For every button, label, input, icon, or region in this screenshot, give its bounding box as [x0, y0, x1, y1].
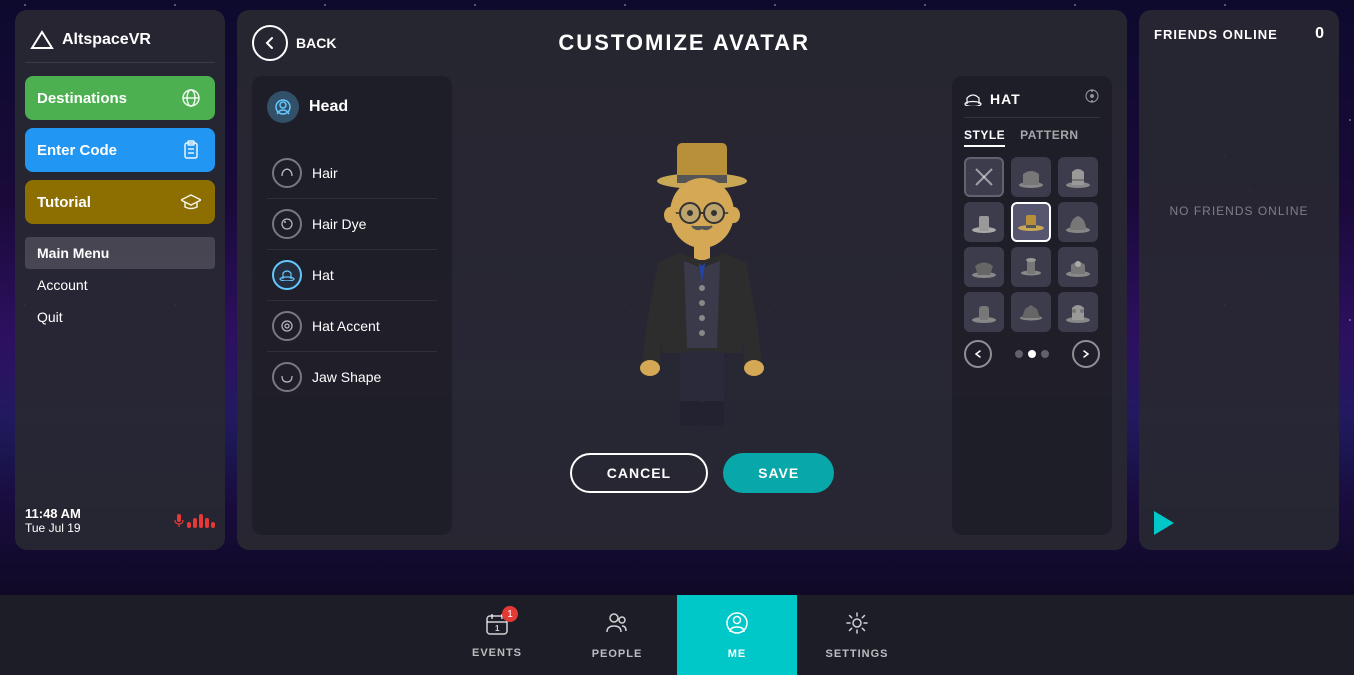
hat-item-9[interactable]: [964, 292, 1004, 332]
hat-item-10[interactable]: [1011, 292, 1051, 332]
hat-icon: [272, 260, 302, 290]
app-title-text: AltspaceVR: [62, 31, 151, 49]
head-section-icon: [267, 91, 299, 123]
hat-prev-button[interactable]: [964, 340, 992, 368]
hat-item-2[interactable]: [1058, 157, 1098, 197]
options-header: Head: [267, 91, 437, 133]
hat-item-1[interactable]: [1011, 157, 1051, 197]
friends-count: 0: [1315, 25, 1324, 43]
hat-panel-header: HAT: [964, 88, 1100, 118]
people-icon: [604, 610, 630, 643]
hat-item-5[interactable]: [1058, 202, 1098, 242]
hair-icon: [272, 158, 302, 188]
nav-people[interactable]: PEOPLE: [557, 595, 677, 675]
option-jaw-shape[interactable]: Jaw Shape: [267, 352, 437, 402]
events-icon: 1 1: [484, 611, 510, 642]
hat-dot-3: [1041, 350, 1049, 358]
hat-extras-icon[interactable]: [1084, 88, 1100, 109]
cancel-button[interactable]: CANCEL: [570, 453, 708, 493]
option-hair-dye[interactable]: Hair Dye: [267, 199, 437, 250]
nav-settings[interactable]: SETTINGS: [797, 595, 917, 675]
mic-icon: [174, 514, 215, 528]
events-label: EVENTS: [472, 647, 522, 659]
panel-footer: 11:48 AM Tue Jul 19: [25, 491, 215, 535]
bottom-nav: 1 1 EVENTS PEOPLE: [0, 595, 1354, 675]
customize-actions: CANCEL SAVE: [570, 453, 834, 493]
settings-label: SETTINGS: [825, 648, 888, 660]
hat-accent-icon: [272, 311, 302, 341]
clipboard-icon: [179, 138, 203, 162]
events-badge: 1: [502, 606, 518, 622]
hat-item-6[interactable]: [964, 247, 1004, 287]
destinations-button[interactable]: Destinations: [25, 76, 215, 120]
hat-item-8[interactable]: [1058, 247, 1098, 287]
graduation-cap-icon: [179, 190, 203, 214]
options-panel: Head Hair: [252, 76, 452, 535]
friends-header: FRIENDS ONLINE 0: [1154, 25, 1324, 43]
sidebar-item-account[interactable]: Account: [25, 269, 215, 301]
customize-body: Head Hair: [252, 76, 1112, 535]
panel-title: CUSTOMIZE AVATAR: [336, 30, 1032, 56]
sidebar-item-main-menu[interactable]: Main Menu: [25, 237, 215, 269]
hat-panel: HAT STYLE PATTER: [952, 76, 1112, 535]
nav-events[interactable]: 1 1 EVENTS: [437, 595, 557, 675]
hat-grid: [964, 157, 1100, 332]
tab-pattern[interactable]: PATTERN: [1020, 128, 1078, 147]
hat-dot-2: [1028, 350, 1036, 358]
play-button[interactable]: [1154, 511, 1174, 535]
hat-item-4-selected[interactable]: [1011, 202, 1051, 242]
sidebar-item-quit[interactable]: Quit: [25, 301, 215, 333]
app-title-bar: AltspaceVR: [25, 25, 215, 63]
option-hair[interactable]: Hair: [267, 148, 437, 199]
save-button[interactable]: SAVE: [723, 453, 834, 493]
hat-none[interactable]: [964, 157, 1004, 197]
hat-pagination: [964, 340, 1100, 368]
jaw-shape-icon: [272, 362, 302, 392]
mic-bars: [187, 514, 215, 528]
me-label: ME: [728, 648, 747, 660]
hat-panel-title: HAT: [990, 91, 1021, 107]
head-label: Head: [309, 98, 348, 116]
hat-dots: [1015, 350, 1049, 358]
hat-item-3[interactable]: [964, 202, 1004, 242]
center-panel: BACK CUSTOMIZE AVATAR: [237, 10, 1127, 550]
time-display: 11:48 AM Tue Jul 19: [25, 506, 81, 535]
friends-title: FRIENDS ONLINE: [1154, 27, 1278, 42]
option-hat-accent[interactable]: Hat Accent: [267, 301, 437, 352]
hair-dye-icon: [272, 209, 302, 239]
back-button[interactable]: BACK: [252, 25, 336, 61]
current-date: Tue Jul 19: [25, 521, 81, 535]
no-friends-label: NO FRIENDS ONLINE: [1154, 204, 1324, 218]
back-circle-icon: [252, 25, 288, 61]
option-hat[interactable]: Hat: [267, 250, 437, 301]
nav-me[interactable]: ME: [677, 595, 797, 675]
people-label: PEOPLE: [592, 648, 643, 660]
hat-item-11[interactable]: [1058, 292, 1098, 332]
hat-next-button[interactable]: [1072, 340, 1100, 368]
svg-text:1: 1: [495, 624, 500, 633]
hat-tabs: STYLE PATTERN: [964, 128, 1100, 147]
left-panel: AltspaceVR Destinations Enter Code: [15, 10, 225, 550]
avatar-svg: [612, 123, 792, 433]
hat-item-7[interactable]: [1011, 247, 1051, 287]
panel-header: BACK CUSTOMIZE AVATAR: [252, 25, 1112, 61]
globe-icon: [179, 86, 203, 110]
hat-dot-1: [1015, 350, 1023, 358]
tutorial-button[interactable]: Tutorial: [25, 180, 215, 224]
sidebar-menu: Main Menu Account Quit: [25, 237, 215, 333]
enter-code-button[interactable]: Enter Code: [25, 128, 215, 172]
avatar-figure: [602, 118, 802, 438]
tab-style[interactable]: STYLE: [964, 128, 1005, 147]
avatar-display: CANCEL SAVE: [467, 76, 937, 535]
settings-icon: [844, 610, 870, 643]
right-panel: FRIENDS ONLINE 0 NO FRIENDS ONLINE: [1139, 10, 1339, 550]
app-logo-icon: [30, 30, 54, 50]
hat-panel-icon: [964, 92, 982, 106]
me-icon: [724, 610, 750, 643]
current-time: 11:48 AM: [25, 506, 81, 521]
